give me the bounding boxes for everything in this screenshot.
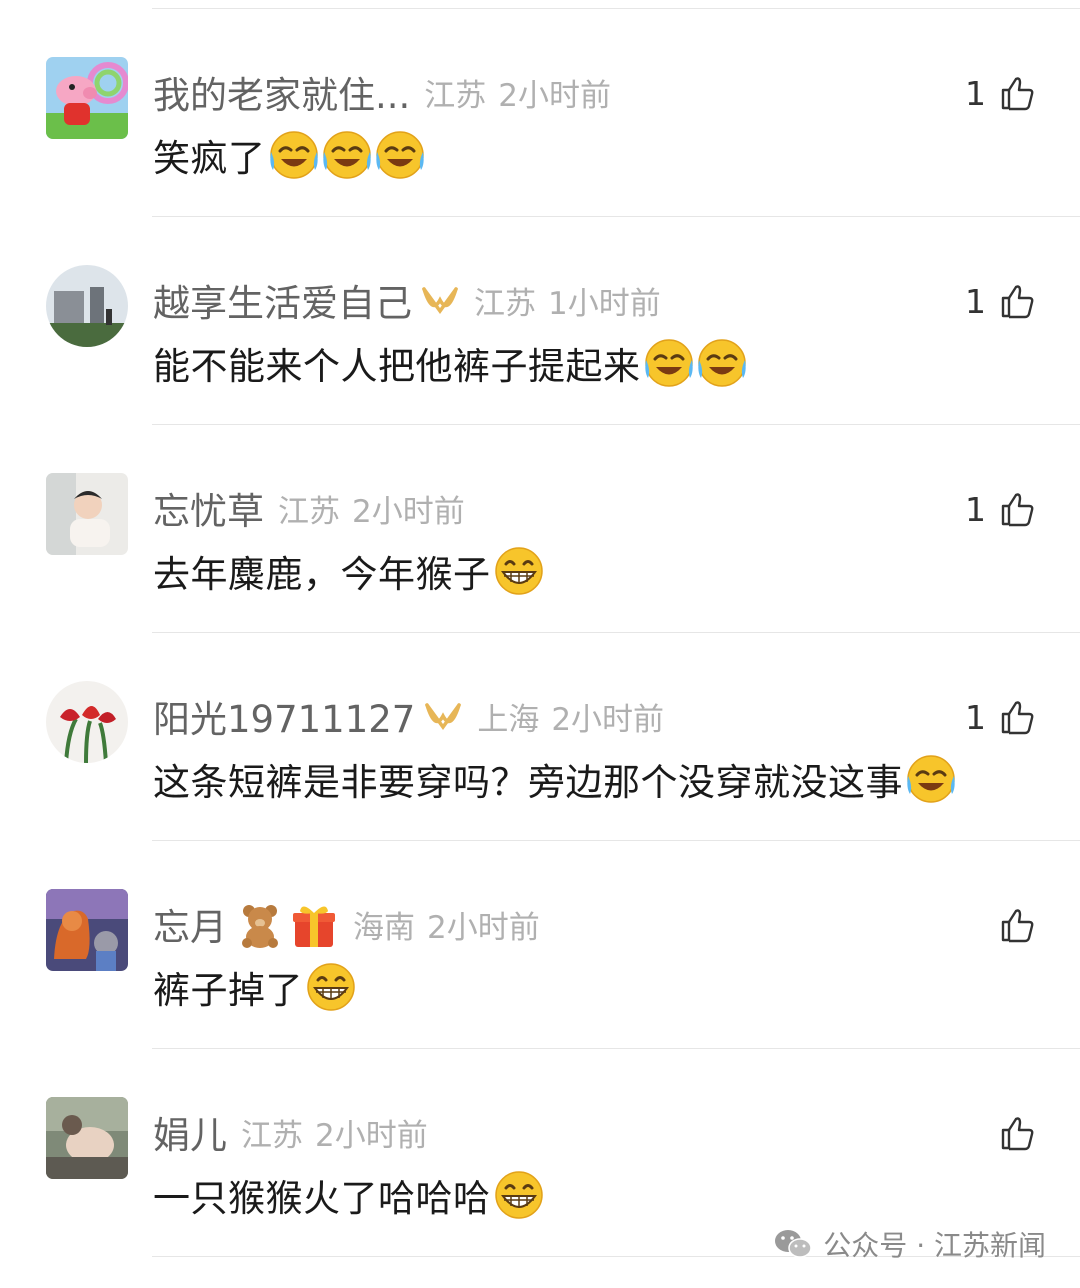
avatar[interactable]	[46, 473, 128, 555]
like-button[interactable]: 1	[965, 275, 1036, 327]
timestamp: 2小时前	[315, 1117, 428, 1154]
like-button[interactable]	[986, 899, 1036, 951]
laugh-cry-emoji	[375, 130, 425, 180]
username[interactable]: 越享生活爱自己	[153, 273, 412, 327]
like-button[interactable]: 1	[965, 691, 1036, 743]
comment-item: 忘忧草 江苏 2小时前 去年麋鹿，今年猴子 1	[0, 425, 1080, 633]
watermark: 公众号 · 江苏新闻	[773, 1222, 1046, 1266]
like-count: 1	[965, 73, 986, 113]
laugh-cry-emoji	[269, 130, 319, 180]
location-label: 海南	[353, 909, 415, 946]
username[interactable]: 娟儿	[153, 1105, 227, 1159]
comment-text: 能不能来个人把他裤子提起来	[153, 345, 641, 388]
laugh-cry-emoji	[644, 338, 694, 388]
username[interactable]: 忘忧草	[153, 481, 264, 535]
location-label: 江苏	[278, 493, 340, 530]
location-label: 江苏	[241, 1117, 303, 1154]
comment-item: 阳光19711127 上海 2小时前 这条短裤是非要穿吗？旁边那个没穿就没这事 …	[0, 633, 1080, 841]
like-button[interactable]: 1	[965, 483, 1036, 535]
teddy-bear-icon	[235, 899, 285, 949]
grin-emoji	[494, 546, 544, 596]
comment-text: 一只猴猴火了哈哈哈	[153, 1177, 491, 1220]
comment-text: 笑疯了	[153, 137, 266, 180]
like-count: 1	[965, 281, 986, 321]
thumbs-up-icon	[1001, 701, 1034, 735]
laugh-cry-emoji	[697, 338, 747, 388]
avatar[interactable]	[46, 265, 128, 347]
comment-item: 忘月 海南 2小时前 裤子掉了	[0, 841, 1080, 1049]
thumbs-up-icon	[1001, 1117, 1034, 1151]
like-count: 1	[965, 489, 986, 529]
thumbs-up-icon	[1001, 77, 1034, 111]
avatar[interactable]	[46, 889, 128, 971]
comment-text: 这条短裤是非要穿吗？旁边那个没穿就没这事	[153, 761, 903, 804]
timestamp: 2小时前	[427, 909, 540, 946]
thumbs-up-icon	[1001, 493, 1034, 527]
avatar[interactable]	[46, 1097, 128, 1179]
wechat-icon	[775, 1230, 813, 1258]
username[interactable]: 阳光19711127	[153, 689, 415, 743]
like-count: 1	[965, 697, 986, 737]
location-label: 上海	[477, 701, 540, 738]
comment-item: 越享生活爱自己 江苏 1小时前 能不能来个人把他裤子提起来 1	[0, 217, 1080, 425]
gift-box-icon	[289, 899, 339, 949]
thumbs-up-icon	[1001, 285, 1034, 319]
timestamp: 2小时前	[498, 77, 612, 114]
comment-text: 去年麋鹿，今年猴子	[153, 553, 491, 596]
laugh-cry-emoji	[906, 754, 956, 804]
grin-emoji	[306, 962, 356, 1012]
location-label: 江苏	[424, 77, 487, 114]
thumbs-up-icon	[1001, 909, 1034, 943]
vip-badge-icon	[423, 701, 463, 731]
timestamp: 2小时前	[352, 493, 465, 530]
vip-badge-icon	[420, 285, 460, 315]
like-button[interactable]: 1	[965, 67, 1036, 119]
timestamp: 2小时前	[551, 701, 665, 738]
avatar[interactable]	[46, 681, 128, 763]
username[interactable]: 我的老家就住...	[153, 65, 410, 119]
like-button[interactable]	[986, 1107, 1036, 1159]
grin-emoji	[494, 1170, 544, 1220]
username[interactable]: 忘月	[153, 897, 227, 951]
watermark-text: 公众号 · 江苏新闻	[823, 1229, 1046, 1262]
comment-text: 裤子掉了	[153, 969, 303, 1012]
laugh-cry-emoji	[322, 130, 372, 180]
avatar[interactable]	[46, 57, 128, 139]
timestamp: 1小时前	[548, 285, 661, 322]
comment-item: 我的老家就住... 江苏 2小时前 笑疯了 1	[0, 9, 1080, 217]
location-label: 江苏	[474, 285, 536, 322]
